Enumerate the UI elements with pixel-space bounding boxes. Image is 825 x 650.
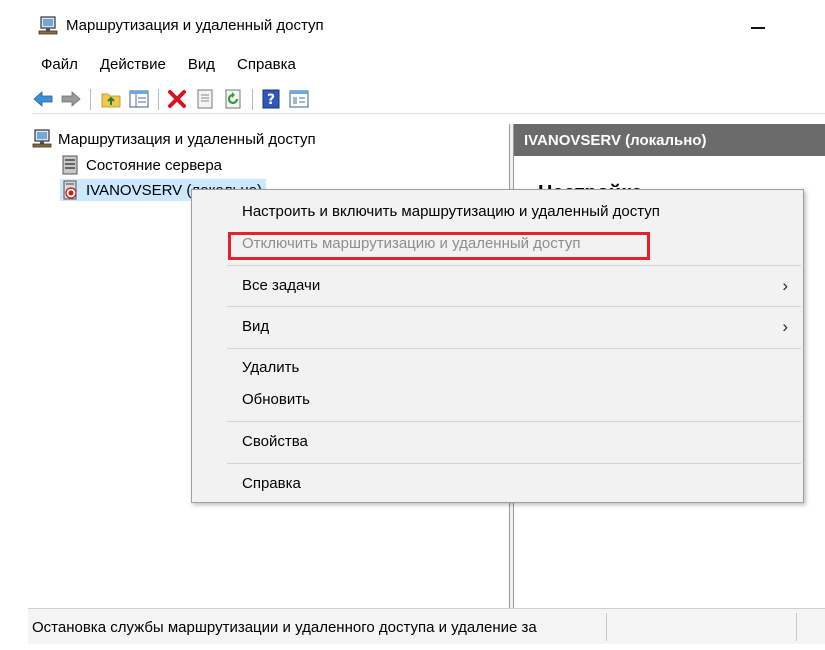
menu-item-label: Свойства (242, 433, 308, 450)
toolbar-separator (158, 89, 159, 110)
show-hide-tree-icon[interactable] (128, 88, 150, 110)
menu-item-view[interactable]: Вид › (193, 311, 802, 343)
menu-item-label: Справка (242, 475, 301, 492)
forward-arrow-icon[interactable] (60, 88, 82, 110)
menu-item-label: Настроить и включить маршрутизацию и уда… (242, 203, 660, 220)
server-status-icon (62, 155, 78, 175)
menu-item-all-tasks[interactable]: Все задачи › (193, 270, 802, 302)
submenu-arrow-icon: › (782, 317, 788, 336)
status-divider (606, 613, 607, 641)
toolbar-separator (90, 89, 91, 110)
status-divider (796, 613, 797, 641)
result-pane-title: IVANOVSERV (локально) (524, 132, 707, 149)
menu-item-label: Вид (242, 318, 270, 335)
menu-item-refresh[interactable]: Обновить (193, 384, 802, 416)
toolbar: ? (32, 84, 825, 114)
menu-item-label: Обновить (242, 391, 310, 408)
menu-separator (227, 421, 801, 422)
menu-bar: Файл Действие Вид Справка (30, 52, 307, 78)
minimize-icon (751, 27, 765, 29)
svg-text:?: ? (267, 92, 275, 108)
menu-item-properties[interactable]: Свойства (193, 426, 802, 458)
window-title: Маршрутизация и удаленный доступ (66, 17, 324, 34)
toolbar-separator (252, 89, 253, 110)
menu-item-delete[interactable]: Удалить (193, 352, 802, 384)
back-arrow-icon[interactable] (32, 88, 54, 110)
menu-view[interactable]: Вид (177, 52, 226, 78)
menu-file[interactable]: Файл (30, 52, 89, 78)
menu-item-help[interactable]: Справка (193, 468, 802, 500)
menu-separator (227, 265, 801, 266)
status-text: Остановка службы маршрутизации и удаленн… (32, 619, 537, 636)
submenu-arrow-icon: › (782, 276, 788, 295)
delete-icon[interactable] (166, 88, 188, 110)
context-menu: Настроить и включить маршрутизацию и уда… (191, 189, 804, 503)
highlight-annotation (228, 232, 650, 260)
menu-separator (227, 348, 801, 349)
server-stopped-icon (63, 180, 77, 200)
menu-separator (227, 306, 801, 307)
properties-icon[interactable] (194, 88, 216, 110)
tree-item-label: Маршрутизация и удаленный доступ (58, 130, 316, 148)
minimize-button[interactable] (738, 10, 778, 42)
tree-item-label: Состояние сервера (86, 156, 223, 174)
menu-separator (227, 463, 801, 464)
refresh-icon[interactable] (222, 88, 244, 110)
menu-item-configure-enable[interactable]: Настроить и включить маршрутизацию и уда… (193, 196, 802, 228)
menu-item-label: Все задачи (242, 277, 321, 294)
tree-item-server-status[interactable]: Состояние сервера (60, 154, 222, 176)
help-icon[interactable]: ? (260, 88, 282, 110)
title-bar: Маршрутизация и удаленный доступ (0, 0, 825, 50)
result-pane-header: IVANOVSERV (локально) (514, 124, 825, 156)
up-folder-icon[interactable] (100, 88, 122, 110)
export-list-icon[interactable] (288, 88, 310, 110)
menu-action[interactable]: Действие (89, 52, 177, 78)
tree-item-root[interactable]: Маршрутизация и удаленный доступ (32, 128, 316, 150)
routing-app-icon (38, 16, 58, 35)
routing-app-icon (32, 129, 52, 148)
menu-help[interactable]: Справка (226, 52, 307, 78)
menu-item-label: Удалить (242, 359, 300, 376)
status-bar: Остановка службы маршрутизации и удаленн… (28, 608, 825, 644)
